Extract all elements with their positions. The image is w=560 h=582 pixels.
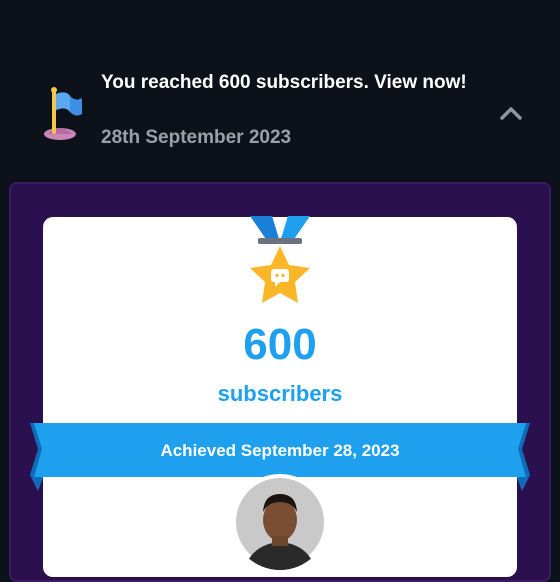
chevron-up-icon (500, 107, 522, 120)
subscriber-unit-label: subscribers (217, 381, 343, 406)
collapse-button[interactable] (496, 100, 526, 126)
subscriber-count: 600 (243, 320, 317, 369)
notification-header[interactable]: You reached 600 subscribers. View now! 2… (0, 0, 560, 180)
achieved-date: Achieved September 28, 2023 (160, 441, 400, 460)
star-medal-icon (250, 216, 310, 303)
avatar (232, 474, 328, 570)
flag-icon (44, 87, 82, 140)
notification-date: 28th September 2023 (101, 127, 292, 148)
notification-title: You reached 600 subscribers. View now! (101, 72, 467, 93)
